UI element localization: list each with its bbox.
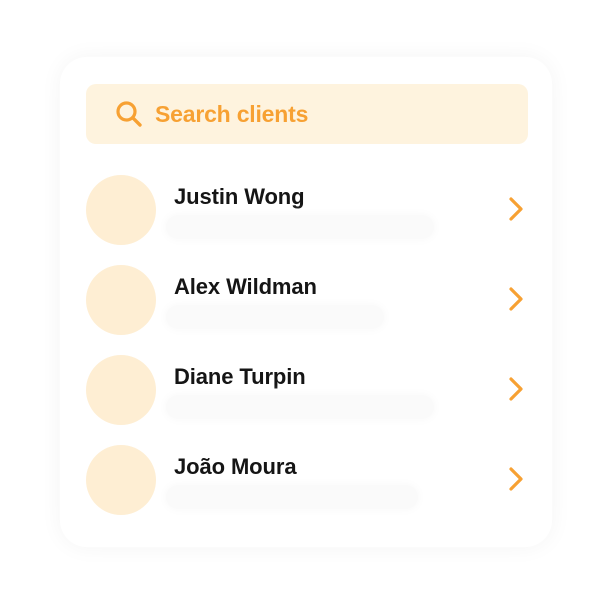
client-detail-placeholder bbox=[166, 305, 384, 329]
avatar bbox=[86, 175, 156, 245]
client-name: Diane Turpin bbox=[174, 364, 306, 389]
search-placeholder: Search clients bbox=[155, 100, 309, 127]
chevron-right-icon[interactable] bbox=[506, 285, 526, 313]
avatar bbox=[86, 265, 156, 335]
client-row-alex-wildman[interactable]: Alex Wildman bbox=[86, 265, 528, 335]
client-detail-placeholder bbox=[166, 215, 434, 239]
client-detail-placeholder bbox=[166, 395, 434, 419]
client-detail-placeholder bbox=[166, 485, 418, 509]
client-name: Alex Wildman bbox=[174, 274, 317, 299]
client-row-justin-wong[interactable]: Justin Wong bbox=[86, 175, 528, 245]
avatar bbox=[86, 445, 156, 515]
avatar bbox=[86, 355, 156, 425]
chevron-right-icon[interactable] bbox=[506, 465, 526, 493]
chevron-right-icon[interactable] bbox=[506, 195, 526, 223]
chevron-right-icon[interactable] bbox=[506, 375, 526, 403]
search-icon bbox=[115, 100, 143, 128]
client-name: João Moura bbox=[174, 454, 297, 479]
client-list-card: Search clients Justin Wong Alex Wildman bbox=[59, 56, 553, 548]
search-clients-field[interactable]: Search clients bbox=[86, 84, 528, 144]
client-row-joao-moura[interactable]: João Moura bbox=[86, 445, 528, 515]
client-row-diane-turpin[interactable]: Diane Turpin bbox=[86, 355, 528, 425]
client-name: Justin Wong bbox=[174, 184, 305, 209]
